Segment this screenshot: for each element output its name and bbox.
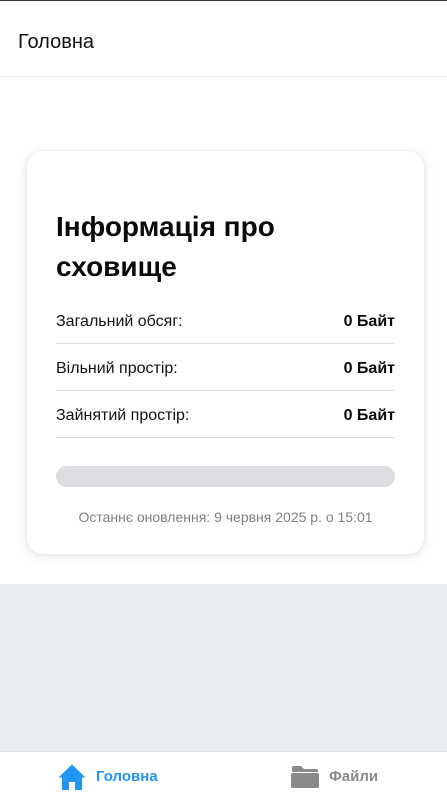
used-space-value: 0 Байт — [343, 407, 395, 424]
page-title: Головна — [18, 31, 94, 53]
free-space-value: 0 Байт — [343, 360, 395, 377]
storage-usage-progress-bar — [56, 466, 395, 487]
storage-info-card: Інформація про сховище Загальний обсяг: … — [27, 151, 424, 554]
home-icon — [57, 763, 87, 791]
app-header: Головна — [0, 0, 447, 77]
total-capacity-label: Загальний обсяг: — [56, 313, 183, 330]
used-space-label: Зайнятий простір: — [56, 407, 190, 424]
last-updated-text: Останнє оновлення: 9 червня 2025 р. о 15… — [78, 509, 373, 525]
folder-icon — [290, 763, 320, 791]
nav-item-files-label: Файли — [329, 768, 379, 785]
used-space-row: Зайнятий простір: 0 Байт — [56, 391, 395, 438]
free-space-label: Вільний простір: — [56, 360, 178, 377]
bottom-navigation: Головна Файли — [0, 751, 447, 802]
nav-item-home[interactable]: Головна — [57, 752, 158, 802]
nav-item-home-label: Головна — [96, 768, 158, 785]
total-capacity-row: Загальний обсяг: 0 Байт — [56, 297, 395, 344]
nav-item-files[interactable]: Файли — [290, 752, 378, 802]
storage-card-title: Інформація про сховище — [56, 211, 275, 282]
free-space-row: Вільний простір: 0 Байт — [56, 344, 395, 391]
total-capacity-value: 0 Байт — [343, 313, 395, 330]
empty-background-area — [0, 584, 447, 751]
